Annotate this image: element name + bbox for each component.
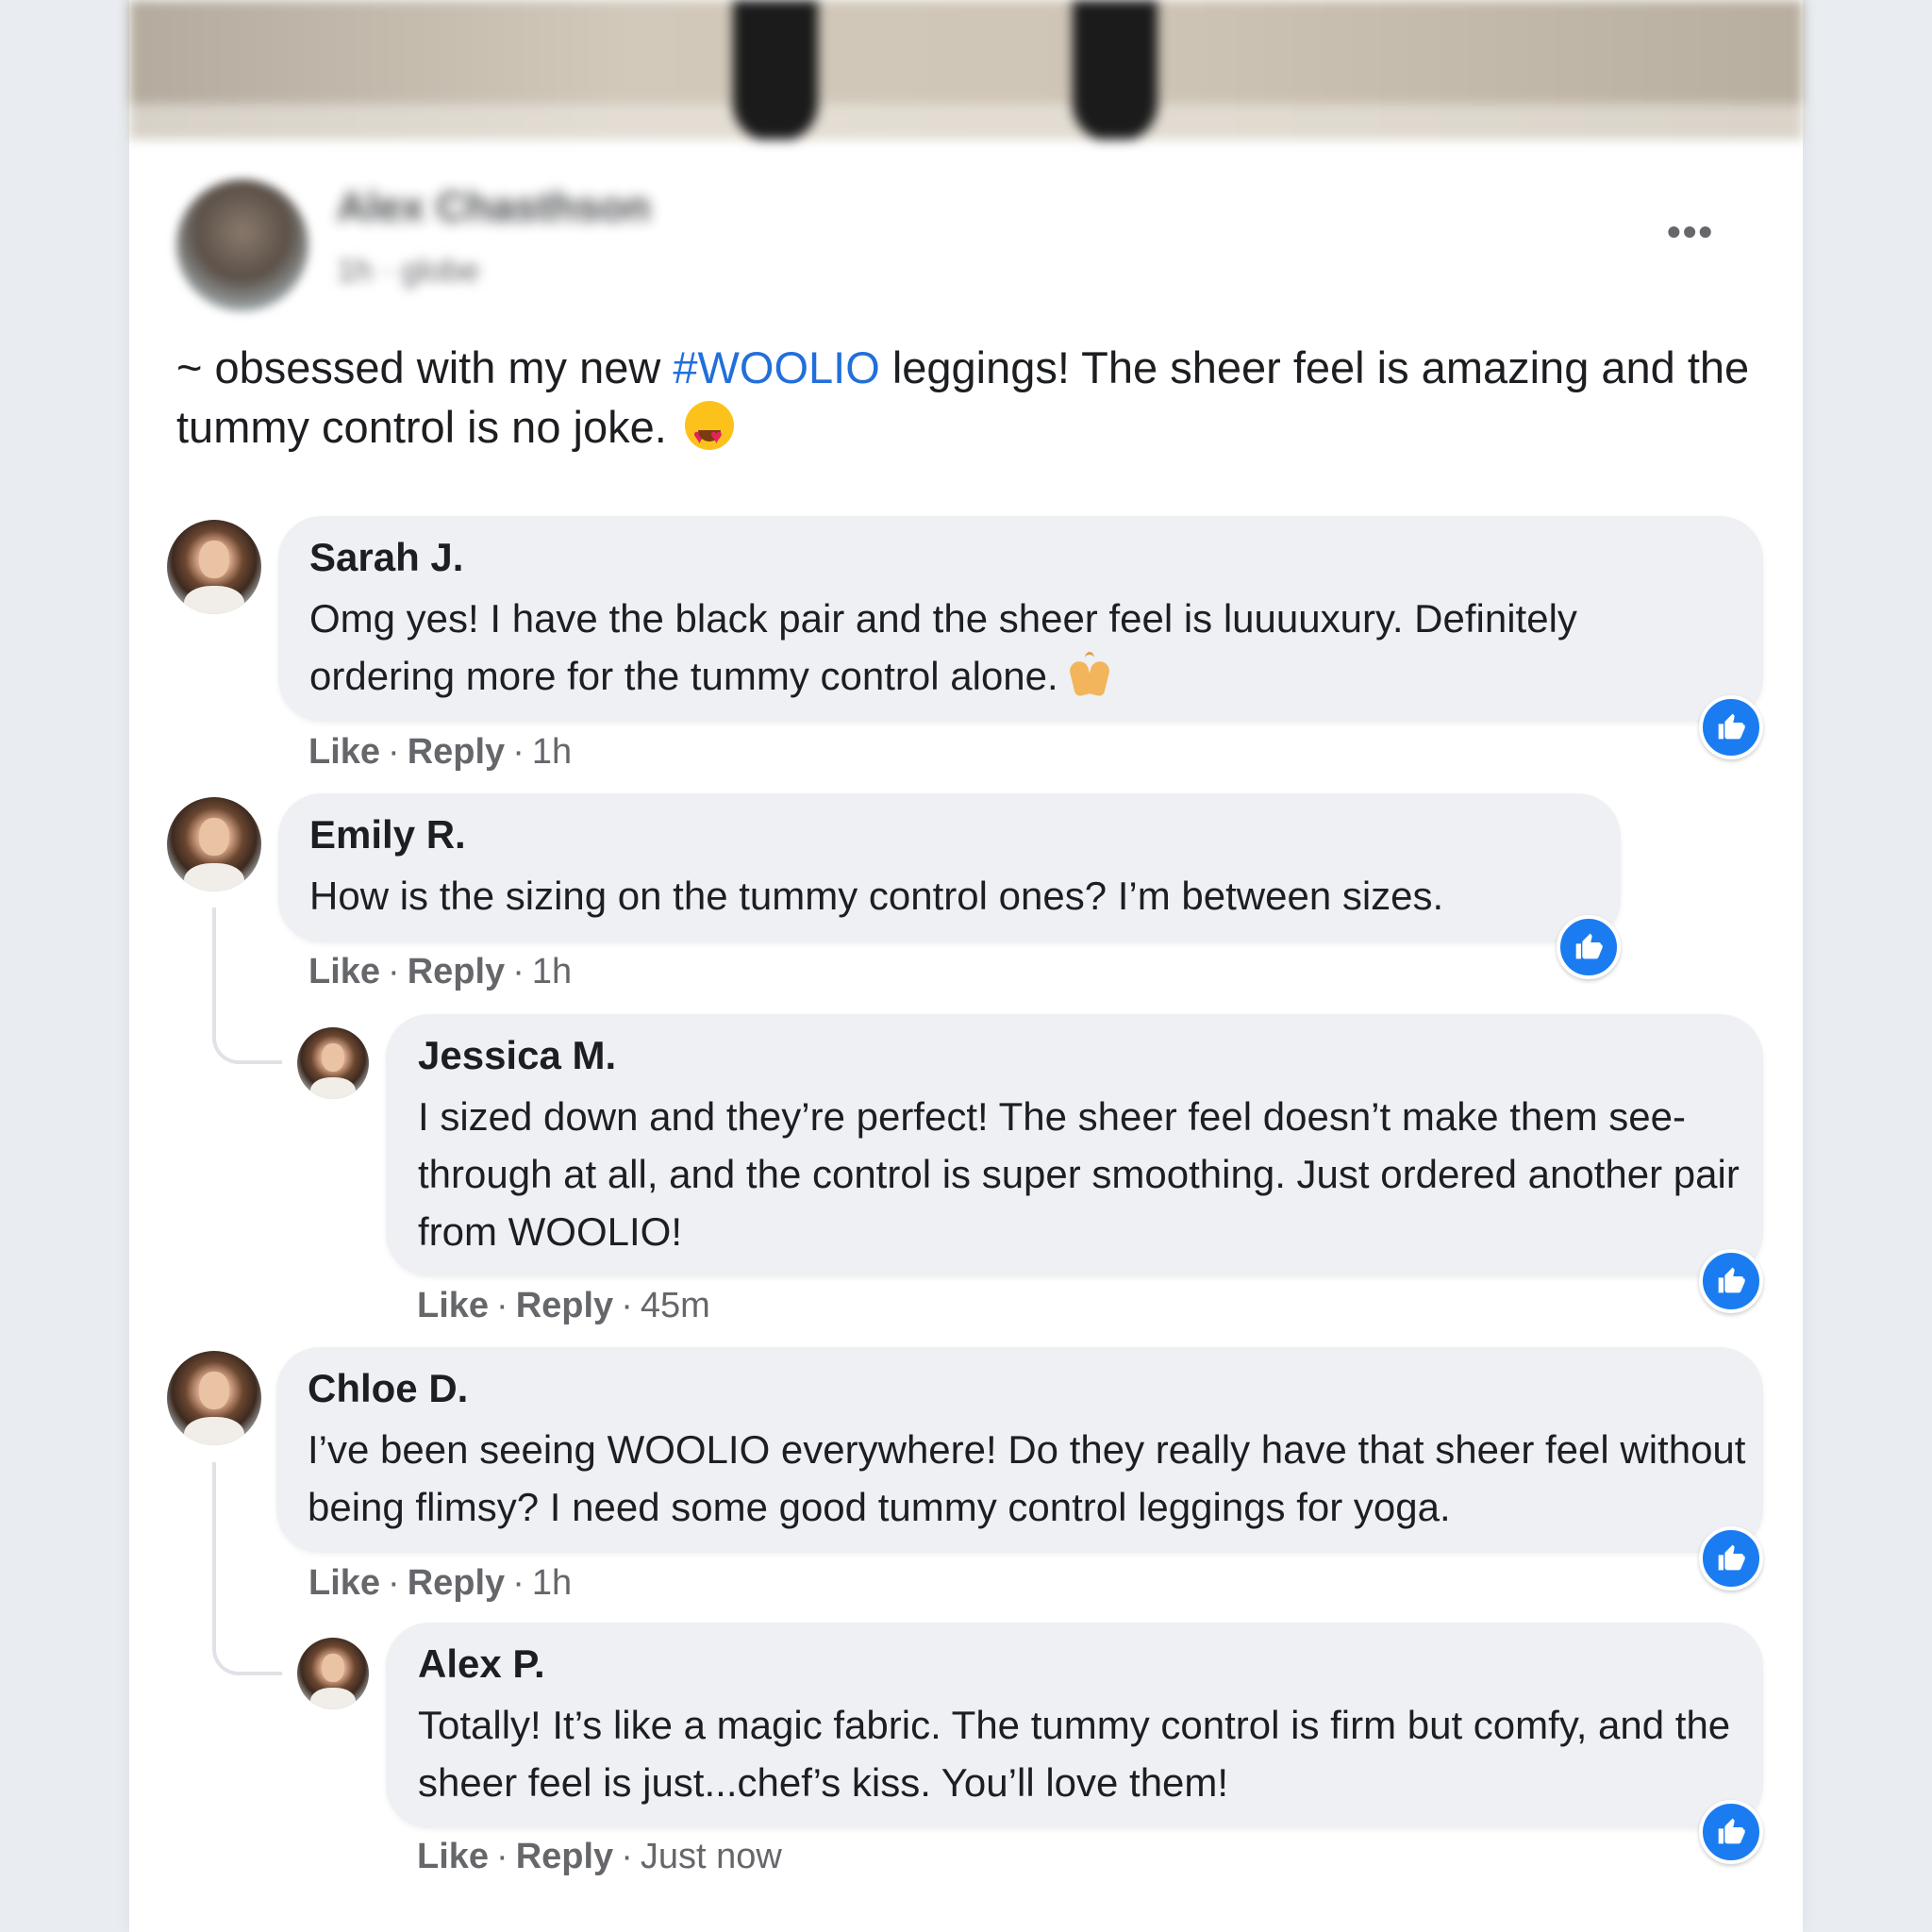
post-text-prefix: ~ obsessed with my new bbox=[176, 342, 674, 392]
comment-actions: Like · Reply · 1h bbox=[308, 732, 573, 772]
comment-time[interactable]: 1h bbox=[532, 732, 572, 772]
raising-hands-emoji-icon bbox=[1066, 652, 1113, 697]
reply-thread-line bbox=[212, 1462, 282, 1675]
more-options-icon[interactable]: ••• bbox=[1667, 212, 1714, 252]
post-photo[interactable] bbox=[129, 0, 1803, 140]
comment-author[interactable]: Alex P. bbox=[418, 1641, 545, 1687]
comment-time[interactable]: Just now bbox=[641, 1837, 782, 1876]
poster-avatar[interactable] bbox=[176, 179, 308, 311]
comment-time[interactable]: 1h bbox=[532, 952, 572, 991]
comment-actions: Like · Reply · 1h bbox=[308, 952, 573, 991]
like-reaction-icon[interactable] bbox=[1699, 1249, 1763, 1313]
heart-eyes-emoji-icon bbox=[684, 401, 734, 466]
comment-author[interactable]: Jessica M. bbox=[418, 1033, 616, 1078]
comment-actions: Like · Reply · 1h bbox=[308, 1563, 573, 1603]
reply-link[interactable]: Reply bbox=[408, 1563, 505, 1603]
like-link[interactable]: Like bbox=[308, 1563, 380, 1603]
reply-bubble: Alex P. Totally! It’s like a magic fabri… bbox=[386, 1623, 1763, 1828]
comment-author[interactable]: Sarah J. bbox=[309, 535, 463, 580]
comment-text: How is the sizing on the tummy control o… bbox=[309, 874, 1444, 918]
comment-author[interactable]: Emily R. bbox=[309, 812, 466, 858]
reply-bubble: Jessica M. I sized down and they’re perf… bbox=[386, 1014, 1763, 1276]
comment-actions: Like · Reply · Just now bbox=[417, 1837, 782, 1876]
comment-time[interactable]: 45m bbox=[641, 1286, 710, 1325]
like-reaction-icon[interactable] bbox=[1557, 915, 1621, 979]
avatar[interactable] bbox=[297, 1638, 369, 1709]
like-link[interactable]: Like bbox=[417, 1286, 489, 1325]
like-reaction-icon[interactable] bbox=[1699, 1800, 1763, 1864]
post-card: Alex Chasthson 1h · globe ••• ~ obsessed… bbox=[129, 0, 1803, 1932]
comment-bubble: Chloe D. I’ve been seeing WOOLIO everywh… bbox=[276, 1347, 1763, 1553]
post-meta: 1h · globe bbox=[337, 253, 480, 289]
post-text: ~ obsessed with my new #WOOLIO leggings!… bbox=[176, 338, 1780, 466]
comment-time[interactable]: 1h bbox=[532, 1563, 572, 1603]
comment-author[interactable]: Chloe D. bbox=[308, 1366, 468, 1411]
comment-text: I sized down and they’re perfect! The sh… bbox=[418, 1094, 1740, 1254]
reply-link[interactable]: Reply bbox=[408, 952, 505, 991]
comment-bubble: Sarah J. Omg yes! I have the black pair … bbox=[278, 516, 1763, 722]
like-link[interactable]: Like bbox=[308, 952, 380, 991]
avatar[interactable] bbox=[167, 1351, 261, 1445]
like-link[interactable]: Like bbox=[417, 1837, 489, 1876]
poster-name[interactable]: Alex Chasthson bbox=[337, 184, 651, 231]
avatar[interactable] bbox=[167, 520, 261, 614]
reply-link[interactable]: Reply bbox=[408, 732, 505, 772]
comment-text: Omg yes! I have the black pair and the s… bbox=[309, 596, 1577, 698]
avatar[interactable] bbox=[297, 1027, 369, 1099]
like-reaction-icon[interactable] bbox=[1699, 695, 1763, 759]
hashtag-link[interactable]: #WOOLIO bbox=[673, 342, 879, 392]
like-link[interactable]: Like bbox=[308, 732, 380, 772]
comment-bubble: Emily R. How is the sizing on the tummy … bbox=[278, 793, 1621, 942]
comment-text: I’ve been seeing WOOLIO everywhere! Do t… bbox=[308, 1427, 1746, 1529]
reply-thread-line bbox=[212, 908, 282, 1064]
like-reaction-icon[interactable] bbox=[1699, 1526, 1763, 1591]
comment-actions: Like · Reply · 45m bbox=[417, 1286, 710, 1325]
reply-link[interactable]: Reply bbox=[516, 1286, 613, 1325]
avatar[interactable] bbox=[167, 797, 261, 891]
reply-link[interactable]: Reply bbox=[516, 1837, 613, 1876]
comment-text: Totally! It’s like a magic fabric. The t… bbox=[418, 1703, 1731, 1805]
